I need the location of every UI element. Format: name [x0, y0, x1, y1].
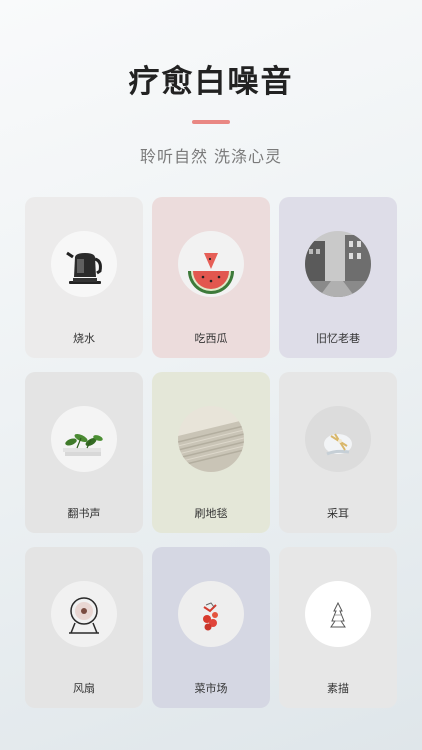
- sound-card-book[interactable]: 翻书声: [25, 372, 143, 533]
- sound-card-sketch[interactable]: 素描: [279, 547, 397, 708]
- ear-cleaning-icon: [305, 406, 371, 472]
- page-subtitle: 聆听自然 洗涤心灵: [139, 147, 283, 166]
- sound-card-fan[interactable]: 风扇: [25, 547, 143, 708]
- sound-label: 素描: [327, 682, 349, 695]
- old-street-icon: [305, 231, 371, 297]
- sound-card-carpet[interactable]: 刷地毯: [152, 372, 270, 533]
- sound-label: 吃西瓜: [194, 332, 228, 345]
- page-title: 疗愈白噪音: [128, 64, 294, 100]
- sound-card-ear[interactable]: 采耳: [279, 372, 397, 533]
- sound-card-kettle[interactable]: 烧水: [25, 197, 143, 358]
- sound-label: 烧水: [73, 332, 95, 345]
- book-plant-icon: [51, 406, 117, 472]
- sound-label: 采耳: [327, 507, 349, 520]
- kettle-icon: [51, 231, 117, 297]
- market-icon: [178, 581, 244, 647]
- watermelon-icon: [178, 231, 244, 297]
- sound-label: 旧忆老巷: [316, 332, 360, 345]
- sound-label: 翻书声: [67, 507, 101, 520]
- sound-label: 菜市场: [194, 682, 228, 695]
- title-underline: [192, 120, 230, 124]
- fan-icon: [51, 581, 117, 647]
- sketch-icon: [305, 581, 371, 647]
- sound-card-old-street[interactable]: 旧忆老巷: [279, 197, 397, 358]
- carpet-icon: [178, 406, 244, 472]
- sound-label: 刷地毯: [194, 507, 228, 520]
- sound-grid: 烧水 吃西瓜 旧忆老巷 翻书声 刷地毯 采耳 风扇 菜市场 素描: [25, 197, 397, 708]
- sound-label: 风扇: [73, 682, 95, 695]
- sound-card-watermelon[interactable]: 吃西瓜: [152, 197, 270, 358]
- sound-card-market[interactable]: 菜市场: [152, 547, 270, 708]
